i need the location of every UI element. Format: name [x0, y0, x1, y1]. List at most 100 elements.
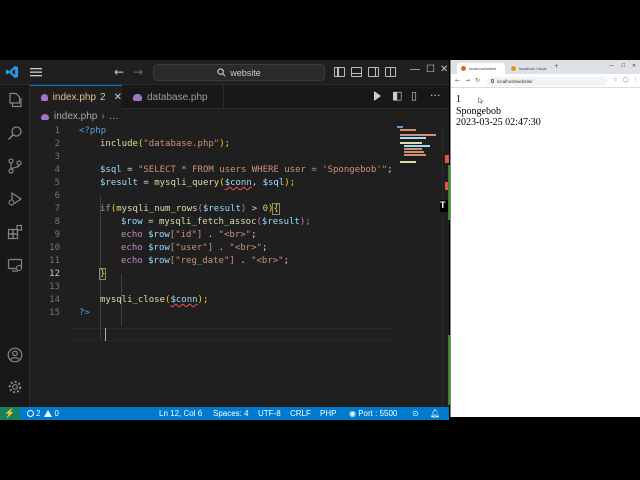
chevron-right-icon: ›: [101, 111, 105, 122]
tab-database-php[interactable]: database.php: [122, 85, 224, 109]
php-file-icon: [133, 93, 142, 101]
token: .: [213, 243, 230, 253]
profile-icon[interactable]: ◯: [623, 77, 629, 83]
token: mysqli_num_rows: [116, 204, 198, 214]
forward-arrow-icon[interactable]: →: [133, 65, 143, 79]
manage-gear-icon[interactable]: [7, 379, 23, 395]
minimap-line: [400, 137, 426, 139]
more-actions-icon[interactable]: ···: [430, 89, 441, 102]
token: "database.php": [143, 139, 220, 149]
token: .: [234, 256, 252, 266]
problems-status[interactable]: 20: [27, 409, 59, 418]
token-error-squiggle: $conn: [170, 295, 198, 305]
token: );: [219, 139, 231, 149]
customize-layout-icon[interactable]: [385, 67, 396, 77]
minimap-line: [400, 142, 422, 144]
token: mysqli_fetch_assoc: [158, 217, 257, 227]
minimap[interactable]: [394, 124, 442, 407]
code-line-4: $sql = "SELECT * FROM users WHERE user =…: [100, 164, 391, 177]
split-editor-icon[interactable]: ▯: [411, 89, 417, 102]
line-number: 4: [54, 165, 60, 175]
token: $sql: [262, 178, 285, 188]
remote-indicator-icon[interactable]: ⚡: [0, 407, 20, 420]
token: mysqli_query: [154, 178, 220, 188]
toggle-panel-icon[interactable]: [351, 67, 362, 77]
back-arrow-icon[interactable]: ←: [114, 65, 124, 79]
php-open-tag: <?php: [79, 126, 107, 136]
accounts-icon[interactable]: [7, 347, 23, 363]
code-line-12: }: [98, 268, 107, 281]
language-mode[interactable]: PHP: [320, 409, 336, 418]
tab-label: database.php: [147, 91, 208, 103]
eol-status[interactable]: CRLF: [290, 409, 311, 418]
toggle-secondary-sidebar-icon[interactable]: [368, 67, 379, 77]
notifications-bell-icon[interactable]: 🔔︎: [430, 409, 440, 418]
code-editor[interactable]: <?php include("database.php"); $sql = "S…: [79, 124, 391, 407]
line-number: 11: [49, 256, 60, 266]
bookmark-star-icon[interactable]: ☆: [613, 77, 617, 83]
error-icon: [27, 410, 34, 417]
token: ;: [251, 230, 257, 240]
error-count: 2: [36, 409, 41, 418]
line-number: 3: [54, 152, 60, 162]
token: include: [100, 139, 138, 149]
browser-minimize-icon[interactable]: —: [609, 63, 614, 69]
maximize-icon[interactable]: ☐: [426, 64, 435, 75]
menu-icon[interactable]: [30, 66, 42, 78]
encoding-status[interactable]: UTF-8: [258, 409, 281, 418]
reload-icon[interactable]: ↻: [475, 77, 480, 84]
address-bar[interactable]: localhost/website/: [487, 77, 607, 86]
remote-explorer-icon[interactable]: [7, 257, 23, 273]
code-line-2: include("database.php");: [100, 138, 230, 151]
new-tab-icon[interactable]: +: [554, 63, 559, 70]
open-preview-icon[interactable]: ◧: [392, 89, 402, 102]
code-line-1: <?php: [79, 125, 106, 138]
indentation-status[interactable]: Spaces: 4: [213, 409, 249, 418]
explorer-icon[interactable]: [7, 92, 23, 108]
result-id: 1: [456, 94, 461, 105]
close-tab-icon[interactable]: ✕: [114, 92, 122, 103]
token: ;: [261, 243, 268, 253]
browser-tab-title: localhost/websi: [469, 66, 497, 71]
token: $row: [148, 230, 170, 240]
token: );: [197, 295, 209, 305]
browser-forward-icon[interactable]: →: [465, 77, 470, 84]
line-number-gutter: 1 2 3 4 5 6 7 8 9 10 11 12 13 14 15: [30, 124, 68, 407]
accounts-status-icon[interactable]: ⊙: [412, 409, 419, 418]
editor-tab-bar: index.php 2 ✕ database.php ◧ ▯ ···: [30, 85, 449, 109]
search-icon: [217, 68, 226, 77]
browser-tab-active[interactable]: localhost/websi: [457, 63, 505, 74]
toggle-primary-sidebar-icon[interactable]: [334, 67, 345, 77]
breadcrumb-symbols[interactable]: …: [109, 111, 119, 122]
breadcrumb-file[interactable]: index.php: [54, 111, 97, 122]
run-debug-icon[interactable]: [7, 191, 23, 207]
line-number: 9: [54, 230, 60, 240]
run-file-icon[interactable]: [374, 91, 381, 101]
browser-tab[interactable]: localhost / local: [507, 63, 551, 74]
token: ["user"]: [169, 243, 214, 253]
extensions-icon[interactable]: [7, 224, 23, 240]
vscode-window: ← → website — ☐ ✕ index.php 2 ✕ database…: [0, 60, 449, 420]
browser-menu-icon[interactable]: ⋮: [633, 77, 638, 83]
status-bar: ⚡ 20 Ln 12, Col 6 Spaces: 4 UTF-8 CRLF P…: [0, 407, 449, 420]
live-server-port[interactable]: ◉ Port : 5500: [349, 409, 397, 418]
browser-close-icon[interactable]: ✕: [632, 63, 636, 69]
cursor-position[interactable]: Ln 12, Col 6: [159, 409, 202, 418]
token: ["id"]: [169, 230, 203, 240]
site-info-icon[interactable]: [491, 79, 494, 83]
browser-back-icon[interactable]: ←: [455, 77, 460, 84]
command-center-search[interactable]: website: [153, 64, 325, 81]
token: ,: [251, 178, 263, 188]
mouse-pointer-icon: [478, 97, 484, 104]
minimize-icon[interactable]: —: [410, 64, 420, 75]
text-cursor: [105, 328, 106, 341]
browser-window: localhost/websi localhost / local + — ☐ …: [450, 60, 640, 417]
close-window-icon[interactable]: ✕: [440, 64, 448, 75]
browser-maximize-icon[interactable]: ☐: [621, 63, 625, 69]
tab-index-php[interactable]: index.php 2 ✕: [30, 85, 122, 109]
source-control-icon[interactable]: [7, 158, 23, 174]
browser-tab-strip: localhost/websi localhost / local + — ☐ …: [451, 60, 640, 74]
minimap-line: [397, 126, 403, 128]
token: ;: [387, 165, 391, 175]
search-view-icon[interactable]: [7, 125, 23, 141]
